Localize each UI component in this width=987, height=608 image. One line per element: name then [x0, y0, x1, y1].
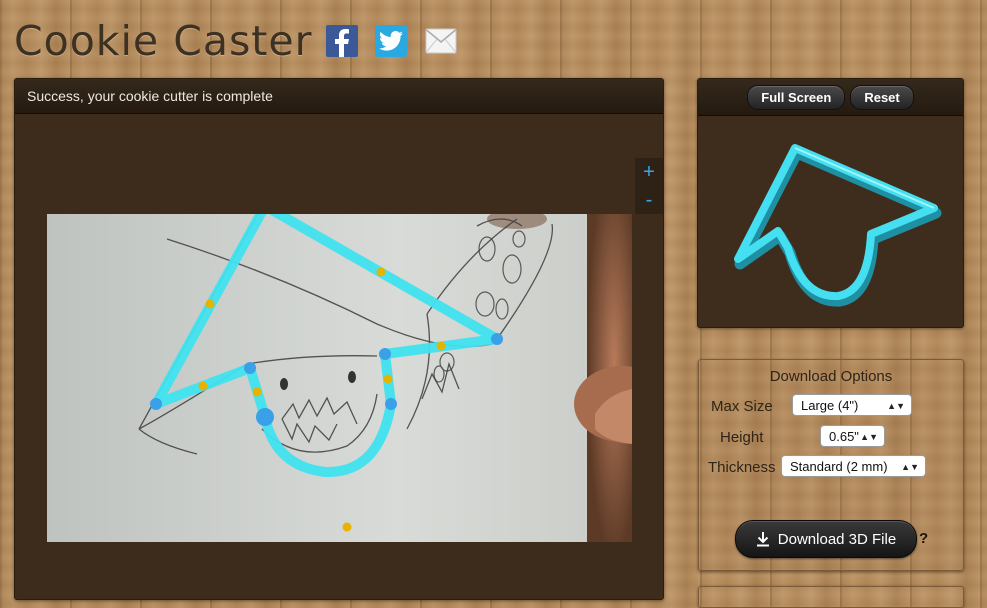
thickness-select[interactable]: Standard (2 mm) ▲▼: [781, 455, 926, 477]
preview-3d-view[interactable]: [698, 116, 963, 327]
max-size-label: Max Size: [711, 398, 773, 415]
header: Cookie Caster: [14, 14, 312, 68]
facebook-icon[interactable]: [326, 25, 358, 57]
download-3d-file-button[interactable]: Download 3D File: [735, 520, 917, 558]
preview-toolbar: Full Screen Reset: [698, 79, 963, 116]
editor-panel: Success, your cookie cutter is complete: [14, 78, 664, 600]
twitter-icon[interactable]: [375, 25, 407, 57]
select-arrows-icon: ▲▼: [860, 432, 878, 442]
download-button-label: Download 3D File: [777, 530, 897, 548]
max-size-value: Large (4"): [801, 398, 859, 413]
help-icon[interactable]: ?: [919, 530, 928, 547]
status-message: Success, your cookie cutter is complete: [15, 79, 663, 114]
drawing-canvas[interactable]: + -: [15, 114, 663, 599]
zoom-out-button[interactable]: -: [635, 186, 663, 214]
drawing-photo: [47, 214, 632, 542]
thickness-label: Thickness: [708, 459, 776, 476]
full-screen-button[interactable]: Full Screen: [747, 84, 846, 110]
select-arrows-icon: ▲▼: [887, 401, 905, 411]
app-logo[interactable]: Cookie Caster: [14, 17, 312, 65]
download-options-panel: Download Options Max Size Large (4") ▲▼ …: [698, 359, 964, 571]
thickness-value: Standard (2 mm): [790, 459, 888, 474]
download-icon: [756, 532, 769, 547]
download-options-title: Download Options: [769, 368, 893, 385]
select-arrows-icon: ▲▼: [901, 462, 919, 472]
preview-panel: Full Screen Reset: [697, 78, 964, 328]
max-size-select[interactable]: Large (4") ▲▼: [792, 394, 912, 416]
height-label: Height: [720, 429, 764, 446]
bottom-panel: [698, 586, 964, 608]
zoom-in-button[interactable]: +: [635, 158, 663, 186]
height-select[interactable]: 0.65" ▲▼: [820, 425, 885, 447]
email-icon[interactable]: [425, 28, 457, 54]
reset-button[interactable]: Reset: [850, 84, 914, 110]
height-value: 0.65": [829, 429, 859, 444]
